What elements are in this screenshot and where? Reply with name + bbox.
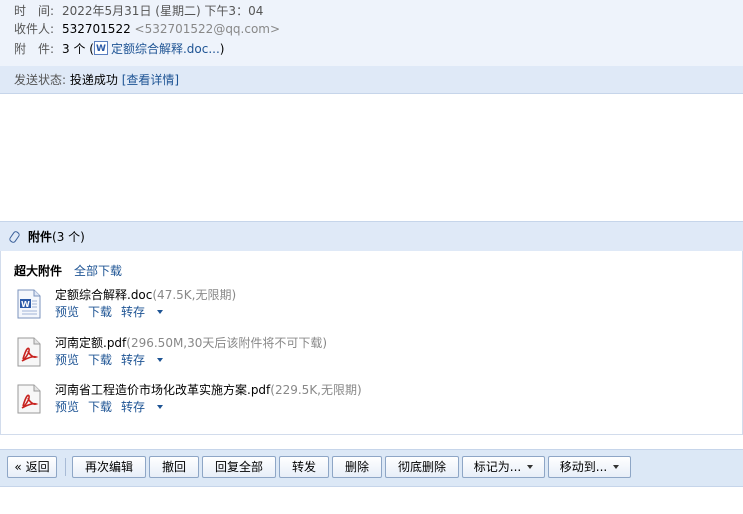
- recall-button[interactable]: 撤回: [149, 456, 199, 478]
- status-value: 投递成功: [69, 73, 118, 87]
- download-all-link[interactable]: 全部下载: [74, 264, 122, 278]
- file-info: (296.50M,30天后该附件将不可下载): [126, 336, 328, 350]
- toolbar-divider: [65, 458, 66, 476]
- preview-link[interactable]: 预览: [55, 400, 79, 414]
- mail-toolbar: « 返回 再次编辑 撤回 回复全部 转发 删除 彻底删除 标记为... 移动到.…: [0, 449, 743, 487]
- attachment-count: 3 个: [62, 42, 86, 56]
- svg-text:W: W: [21, 300, 30, 309]
- download-link[interactable]: 下载: [88, 400, 112, 414]
- attachment-panel: 超大附件 全部下载 W 定额综合解释.doc(47.5K,无限期) 预览 下载 转存 …: [0, 251, 743, 435]
- to-label: 收件人:: [14, 22, 55, 36]
- chevron-down-icon: [157, 358, 164, 362]
- large-attachment-label: 超大附件: [14, 264, 63, 278]
- file-info: (47.5K,无限期): [152, 288, 237, 302]
- chevron-down-icon: [157, 405, 164, 409]
- attachment-item: 河南定额.pdf(296.50M,30天后该附件将不可下载) 预览 下载 转存: [15, 335, 715, 377]
- reply-all-button[interactable]: 回复全部: [202, 456, 276, 478]
- time-label: 时 间:: [14, 4, 55, 18]
- mark-as-label: 标记为...: [473, 460, 522, 474]
- move-to-dropdown[interactable]: 移动到...: [548, 456, 631, 478]
- download-link[interactable]: 下载: [88, 353, 112, 367]
- mail-meta: 时 间: 2022年5月31日 (星期二) 下午3：04 收件人: 53270152…: [0, 0, 743, 66]
- word-doc-icon: W: [17, 289, 41, 319]
- attachment-first-link[interactable]: 定额综合解释.doc...: [111, 42, 220, 56]
- file-name[interactable]: 河南定额.pdf: [55, 336, 126, 350]
- pdf-icon: [17, 337, 41, 367]
- file-name[interactable]: 河南省工程造价市场化改革实施方案.pdf: [55, 383, 270, 397]
- delete-button[interactable]: 删除: [332, 456, 382, 478]
- file-name[interactable]: 定额综合解释.doc: [55, 288, 152, 302]
- attachment-label: 附 件:: [14, 42, 55, 56]
- save-to-label: 转存: [121, 353, 146, 367]
- attachment-item: 河南省工程造价市场化改革实施方案.pdf(229.5K,无限期) 预览 下载 转存: [15, 382, 715, 424]
- delete-forever-button[interactable]: 彻底删除: [385, 456, 459, 478]
- chevron-down-icon: [527, 465, 534, 469]
- status-detail-link[interactable]: [查看详情]: [122, 73, 179, 87]
- paperclip-icon: [8, 230, 21, 244]
- save-to-menu[interactable]: 转存: [121, 400, 164, 414]
- mark-as-dropdown[interactable]: 标记为...: [462, 456, 545, 478]
- preview-link[interactable]: 预览: [55, 305, 79, 319]
- save-to-menu[interactable]: 转存: [121, 353, 164, 367]
- attachment-row: 附 件:3 个 (定额综合解释.doc...): [14, 40, 224, 58]
- pdf-icon: [17, 384, 41, 414]
- back-button[interactable]: « 返回: [7, 456, 57, 478]
- attachment-title-count: (3 个): [52, 230, 85, 244]
- attachment-item: W 定额综合解释.doc(47.5K,无限期) 预览 下载 转存: [15, 287, 715, 329]
- time-row: 时 间: 2022年5月31日 (星期二) 下午3：04: [14, 2, 264, 20]
- status-label: 发送状态:: [14, 73, 67, 87]
- to-row: 收件人: 532701522 <532701522@qq.com>: [14, 20, 280, 38]
- download-link[interactable]: 下载: [88, 305, 112, 319]
- word-doc-icon: [93, 40, 108, 58]
- time-value: 2022年5月31日 (星期二) 下午3：04: [62, 4, 264, 18]
- move-to-label: 移动到...: [559, 460, 608, 474]
- to-email: <532701522@qq.com>: [134, 22, 281, 36]
- to-name: 532701522: [62, 22, 131, 36]
- save-to-label: 转存: [121, 400, 146, 414]
- reedit-button[interactable]: 再次编辑: [72, 456, 146, 478]
- attachment-title: 附件: [28, 230, 53, 244]
- preview-link[interactable]: 预览: [55, 353, 79, 367]
- chevron-down-icon: [613, 465, 620, 469]
- save-to-label: 转存: [121, 305, 146, 319]
- paren-close: ): [219, 42, 225, 56]
- forward-button[interactable]: 转发: [279, 456, 329, 478]
- chevron-down-icon: [157, 310, 164, 314]
- file-info: (229.5K,无限期): [270, 383, 362, 397]
- save-to-menu[interactable]: 转存: [121, 305, 164, 319]
- send-status-bar: 发送状态: 投递成功 [查看详情]: [0, 66, 743, 94]
- attachment-panel-header: 附件(3 个): [0, 221, 743, 251]
